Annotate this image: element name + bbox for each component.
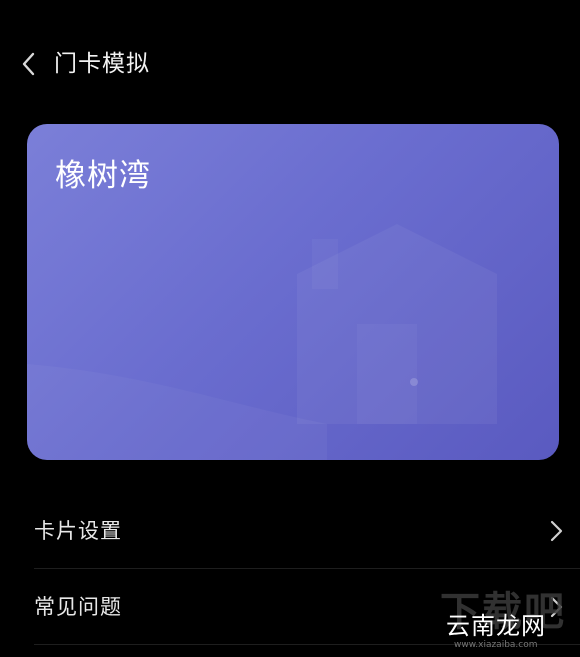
back-button[interactable]: [8, 44, 48, 84]
menu-divider: [34, 568, 580, 569]
menu-item-card-settings[interactable]: 卡片设置: [0, 494, 580, 568]
chevron-left-icon: [22, 52, 35, 76]
chevron-right-icon: [550, 520, 563, 542]
page-title: 门卡模拟: [54, 51, 150, 77]
watermark: 下载吧 云南龙网 www.xiazaiba.com: [440, 590, 575, 652]
menu-item-label: 卡片设置: [34, 519, 122, 543]
watermark-main-text: 云南龙网: [446, 612, 546, 640]
card-name: 橡树湾: [55, 158, 151, 194]
access-card[interactable]: 橡树湾: [27, 124, 559, 460]
watermark-url: www.xiazaiba.com: [454, 640, 538, 650]
menu-item-label: 常见问题: [34, 595, 122, 619]
top-bar: 门卡模拟: [0, 36, 580, 92]
